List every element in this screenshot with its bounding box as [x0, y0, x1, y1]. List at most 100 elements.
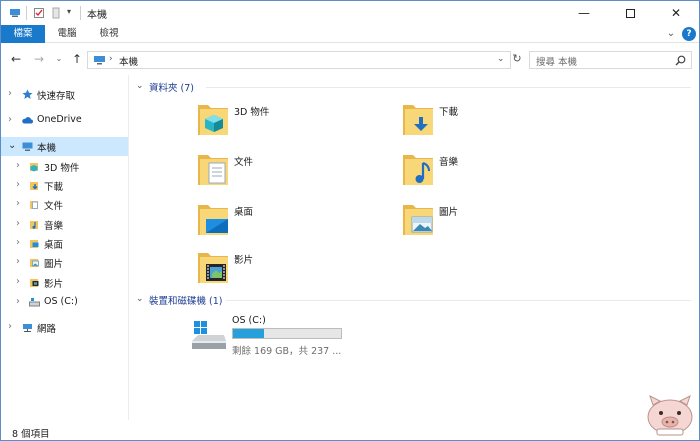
- folder-label: 桌面: [234, 207, 254, 218]
- folder-desktop[interactable]: 桌面: [196, 199, 376, 239]
- group-divider: [226, 300, 691, 301]
- sidebar-item-videos[interactable]: › 影片: [1, 273, 128, 292]
- customize-quick-access-icon[interactable]: ▾: [67, 7, 79, 19]
- refresh-button[interactable]: ↻: [510, 51, 524, 67]
- navigation-bar: ← → ⌄ ↑ › 本機 ⌄ ↻ 搜尋 本機: [1, 43, 699, 75]
- tab-file[interactable]: 檔案: [1, 25, 45, 43]
- desktop-icon: [198, 205, 228, 235]
- drive-name: OS (C:): [232, 315, 266, 326]
- folder-label: 文件: [234, 157, 254, 168]
- sidebar-item-label: 影片: [44, 279, 64, 290]
- music-icon: [403, 155, 433, 185]
- sidebar-item-label: OS (C:): [44, 296, 78, 307]
- sidebar-item-onedrive[interactable]: › OneDrive: [1, 111, 128, 130]
- pictures-icon: [403, 205, 433, 235]
- tab-computer[interactable]: 電腦: [47, 25, 87, 43]
- folder-label: 3D 物件: [234, 107, 270, 118]
- search-box[interactable]: 搜尋 本機: [529, 51, 692, 69]
- expand-ribbon-icon[interactable]: ⌄: [665, 25, 677, 43]
- sidebar-item-label: 快速存取: [37, 91, 76, 102]
- drive-usage-fill: [233, 329, 265, 338]
- back-button[interactable]: ←: [9, 51, 23, 67]
- item-count: 8 個項目: [12, 429, 50, 440]
- expand-icon[interactable]: ›: [16, 296, 20, 307]
- expand-icon[interactable]: ›: [16, 160, 20, 171]
- folder-label: 影片: [234, 255, 254, 266]
- sidebar-item-label: 3D 物件: [44, 163, 80, 174]
- 3d-objects-icon: [30, 163, 38, 172]
- search-input[interactable]: 搜尋 本機: [536, 54, 577, 68]
- sidebar-item-label: 網路: [37, 324, 57, 335]
- address-path: 本機: [119, 57, 139, 68]
- folder-music[interactable]: 音樂: [401, 149, 581, 189]
- sidebar-item-label: 桌面: [44, 240, 64, 251]
- computer-icon[interactable]: [9, 7, 21, 19]
- title-separator: [26, 6, 27, 20]
- sidebar-item-this-pc[interactable]: ⌄ 本機: [1, 137, 128, 156]
- sidebar-item-pictures[interactable]: › 圖片: [1, 253, 128, 272]
- collapse-icon[interactable]: ⌄: [136, 294, 144, 304]
- music-icon: [30, 221, 38, 229]
- breadcrumb-separator-icon: ›: [109, 54, 113, 64]
- videos-icon: [198, 253, 228, 283]
- downloads-icon: [30, 182, 38, 190]
- expand-icon[interactable]: ›: [16, 256, 20, 267]
- pictures-icon: [30, 259, 39, 267]
- expand-icon[interactable]: ›: [16, 179, 20, 190]
- close-icon: ✕: [670, 6, 682, 20]
- sidebar-item-downloads[interactable]: › 下載: [1, 176, 128, 195]
- expand-icon[interactable]: ›: [16, 276, 20, 287]
- minimize-button[interactable]: —: [561, 1, 607, 25]
- file-explorer-window: ▾ 本機 — ✕ 檔案 電腦 檢視 ⌄ ? ← → ⌄ ↑ › 本機 ⌄ ↻ 搜…: [0, 0, 700, 441]
- forward-button[interactable]: →: [32, 51, 46, 67]
- close-button[interactable]: ✕: [653, 1, 699, 25]
- ribbon-tabs: 檔案 電腦 檢視 ⌄ ?: [1, 25, 699, 43]
- new-folder-icon[interactable]: [51, 7, 63, 19]
- recent-locations-button[interactable]: ⌄: [52, 51, 66, 67]
- folder-downloads[interactable]: 下載: [401, 99, 581, 139]
- folder-pictures[interactable]: 圖片: [401, 199, 581, 239]
- expand-icon[interactable]: ›: [8, 114, 12, 125]
- folder-documents[interactable]: 文件: [196, 149, 376, 189]
- expand-icon[interactable]: ›: [16, 218, 20, 229]
- collapse-icon[interactable]: ⌄: [8, 140, 16, 151]
- folder-3d-objects[interactable]: 3D 物件: [196, 99, 376, 139]
- expand-icon[interactable]: ›: [16, 198, 20, 209]
- collapse-icon[interactable]: ⌄: [136, 81, 144, 91]
- maximize-icon: [625, 8, 635, 18]
- up-button[interactable]: ↑: [70, 51, 84, 67]
- expand-icon[interactable]: ›: [16, 237, 20, 248]
- sidebar-item-label: OneDrive: [37, 114, 82, 125]
- expand-icon[interactable]: ›: [8, 88, 12, 99]
- tab-view[interactable]: 檢視: [89, 25, 129, 43]
- maximize-button[interactable]: [607, 1, 653, 25]
- cloud-icon: [22, 117, 33, 124]
- title-separator: [80, 6, 81, 20]
- folders-group-header[interactable]: ⌄ 資料夾 (7): [136, 80, 691, 94]
- sidebar-item-network[interactable]: › 網路: [1, 318, 128, 337]
- sidebar-item-os-drive[interactable]: › OS (C:): [1, 293, 128, 312]
- properties-icon[interactable]: [33, 7, 45, 19]
- address-bar[interactable]: › 本機 ⌄: [87, 51, 511, 69]
- address-dropdown-icon[interactable]: ⌄: [497, 54, 505, 64]
- devices-group-header[interactable]: ⌄ 裝置和磁碟機 (1): [136, 293, 691, 307]
- expand-icon[interactable]: ›: [8, 321, 12, 332]
- help-icon[interactable]: ?: [682, 27, 696, 41]
- videos-icon: [30, 279, 39, 287]
- sidebar-item-label: 圖片: [44, 259, 64, 270]
- sidebar-item-documents[interactable]: › 文件: [1, 195, 128, 214]
- sidebar-item-music[interactable]: › 音樂: [1, 215, 128, 234]
- computer-icon: [94, 56, 105, 65]
- sidebar-item-label: 下載: [44, 182, 64, 193]
- sidebar-item-desktop[interactable]: › 桌面: [1, 234, 128, 253]
- content-pane: ⌄ 資料夾 (7) 3D 物件 下載 文件 音樂 桌面 圖片 影片 ⌄ 裝置和磁…: [130, 75, 699, 420]
- sidebar-item-label: 文件: [44, 201, 64, 212]
- sidebar-item-3d-objects[interactable]: › 3D 物件: [1, 157, 128, 176]
- window-title: 本機: [87, 10, 107, 21]
- group-label: 裝置和磁碟機 (1): [149, 296, 223, 307]
- search-icon[interactable]: [675, 55, 686, 66]
- sidebar-item-quick-access[interactable]: › 快速存取: [1, 85, 128, 104]
- star-icon: [22, 89, 33, 99]
- drive-os-c[interactable]: OS (C:) 剩餘 169 GB，共 237 ...: [190, 315, 410, 359]
- folder-videos[interactable]: 影片: [196, 247, 376, 287]
